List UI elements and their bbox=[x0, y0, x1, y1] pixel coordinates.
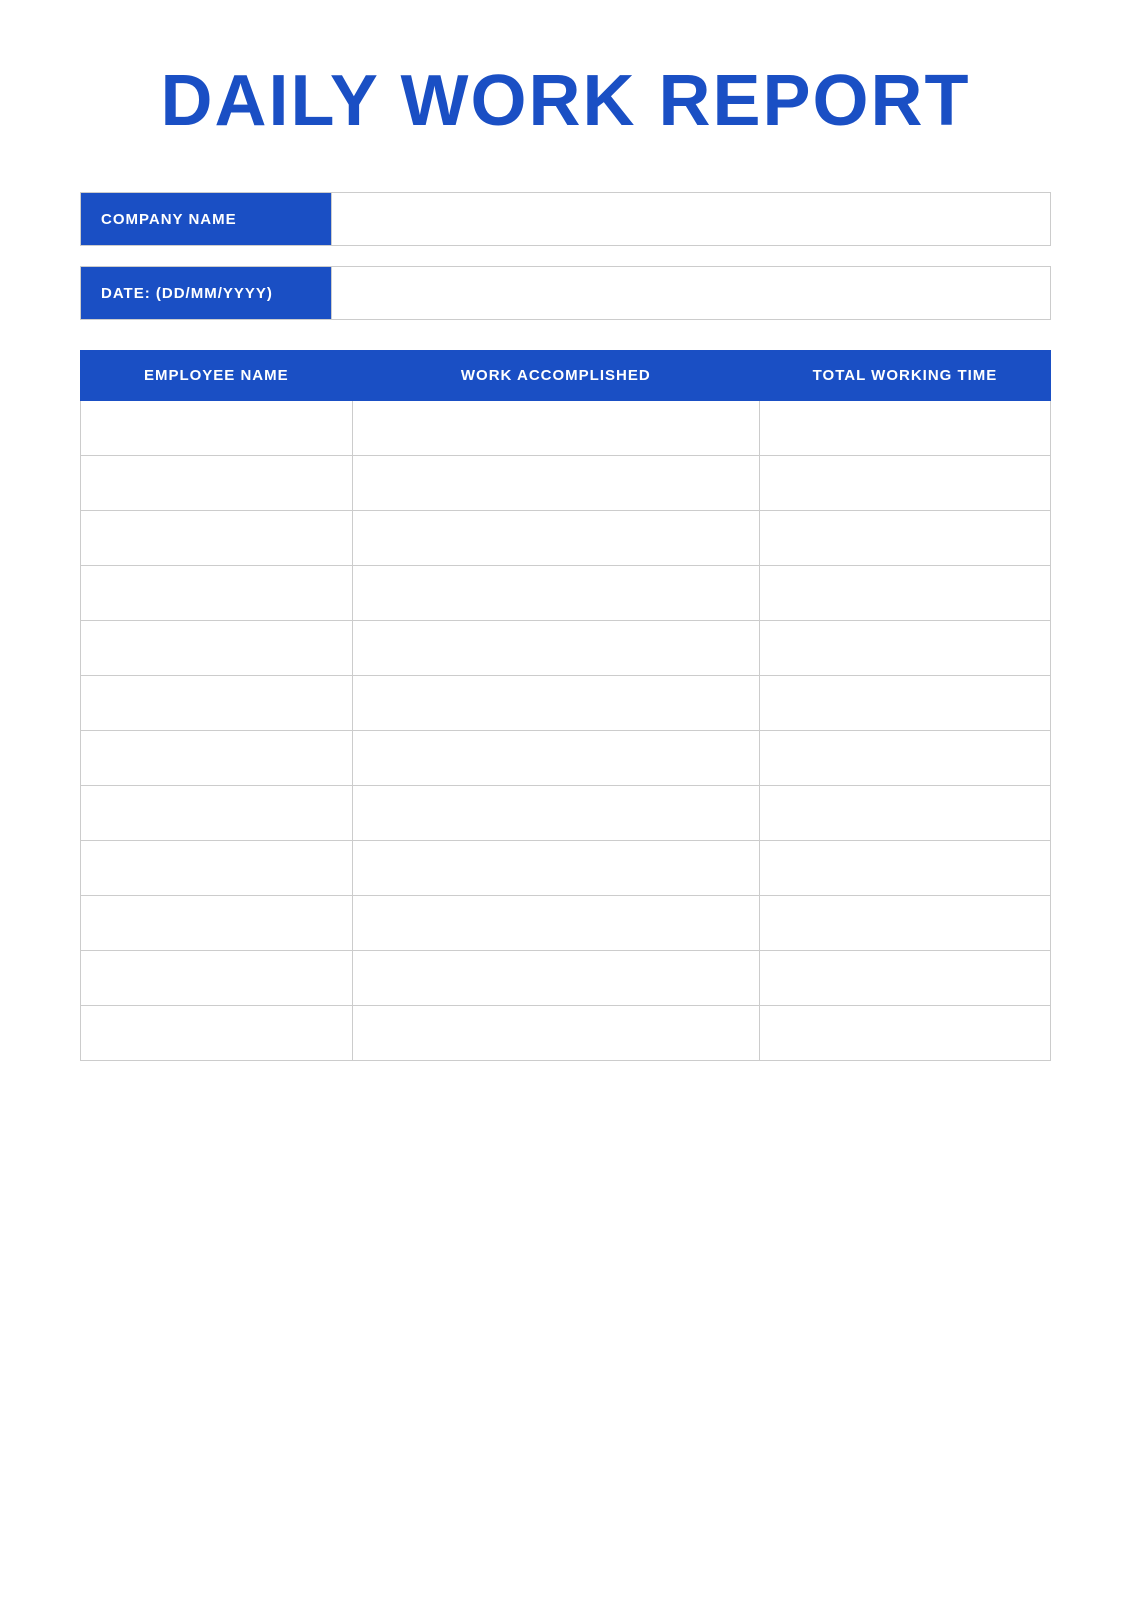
table-cell[interactable] bbox=[81, 841, 353, 896]
table-cell[interactable] bbox=[352, 456, 759, 511]
table-cell[interactable] bbox=[81, 566, 353, 621]
table-cell[interactable] bbox=[352, 401, 759, 456]
table-cell[interactable] bbox=[352, 731, 759, 786]
table-cell[interactable] bbox=[352, 951, 759, 1006]
table-cell[interactable] bbox=[81, 896, 353, 951]
col-header-total-working-time: TOTAL WORKING TIME bbox=[759, 351, 1050, 401]
table-row bbox=[81, 621, 1051, 676]
table-cell[interactable] bbox=[81, 511, 353, 566]
company-row: COMPANY NAME bbox=[80, 192, 1051, 246]
table-cell[interactable] bbox=[81, 401, 353, 456]
table-cell[interactable] bbox=[352, 511, 759, 566]
main-table: EMPLOYEE NAME WORK ACCOMPLISHED TOTAL WO… bbox=[80, 350, 1051, 1061]
table-cell[interactable] bbox=[81, 786, 353, 841]
table-cell[interactable] bbox=[759, 896, 1050, 951]
page: DAILY WORK REPORT COMPANY NAME DATE: (DD… bbox=[0, 0, 1131, 1600]
table-cell[interactable] bbox=[352, 566, 759, 621]
table-cell[interactable] bbox=[759, 951, 1050, 1006]
table-cell[interactable] bbox=[81, 456, 353, 511]
table-cell[interactable] bbox=[352, 1006, 759, 1061]
date-label: DATE: (DD/MM/YYYY) bbox=[81, 267, 331, 319]
table-cell[interactable] bbox=[759, 456, 1050, 511]
table-cell[interactable] bbox=[352, 621, 759, 676]
date-value[interactable] bbox=[331, 267, 1050, 319]
table-cell[interactable] bbox=[759, 676, 1050, 731]
company-name-value[interactable] bbox=[331, 193, 1050, 245]
table-row bbox=[81, 1006, 1051, 1061]
table-cell[interactable] bbox=[759, 621, 1050, 676]
info-section: COMPANY NAME DATE: (DD/MM/YYYY) bbox=[80, 192, 1051, 320]
table-cell[interactable] bbox=[759, 511, 1050, 566]
table-cell[interactable] bbox=[759, 786, 1050, 841]
table-cell[interactable] bbox=[352, 786, 759, 841]
table-row bbox=[81, 951, 1051, 1006]
table-cell[interactable] bbox=[352, 841, 759, 896]
table-cell[interactable] bbox=[81, 731, 353, 786]
table-cell[interactable] bbox=[81, 951, 353, 1006]
table-cell[interactable] bbox=[759, 401, 1050, 456]
table-cell[interactable] bbox=[759, 1006, 1050, 1061]
table-row bbox=[81, 731, 1051, 786]
table-row bbox=[81, 566, 1051, 621]
table-row bbox=[81, 786, 1051, 841]
table-cell[interactable] bbox=[81, 1006, 353, 1061]
table-row bbox=[81, 896, 1051, 951]
table-cell[interactable] bbox=[81, 676, 353, 731]
table-cell[interactable] bbox=[352, 896, 759, 951]
table-cell[interactable] bbox=[81, 621, 353, 676]
table-row bbox=[81, 456, 1051, 511]
company-name-label: COMPANY NAME bbox=[81, 193, 331, 245]
table-header-row: EMPLOYEE NAME WORK ACCOMPLISHED TOTAL WO… bbox=[81, 351, 1051, 401]
table-cell[interactable] bbox=[759, 566, 1050, 621]
page-title: DAILY WORK REPORT bbox=[80, 60, 1051, 142]
table-cell[interactable] bbox=[352, 676, 759, 731]
table-cell[interactable] bbox=[759, 731, 1050, 786]
table-row bbox=[81, 841, 1051, 896]
col-header-employee-name: EMPLOYEE NAME bbox=[81, 351, 353, 401]
table-row bbox=[81, 676, 1051, 731]
col-header-work-accomplished: WORK ACCOMPLISHED bbox=[352, 351, 759, 401]
table-row bbox=[81, 511, 1051, 566]
table-row bbox=[81, 401, 1051, 456]
date-row: DATE: (DD/MM/YYYY) bbox=[80, 266, 1051, 320]
table-cell[interactable] bbox=[759, 841, 1050, 896]
